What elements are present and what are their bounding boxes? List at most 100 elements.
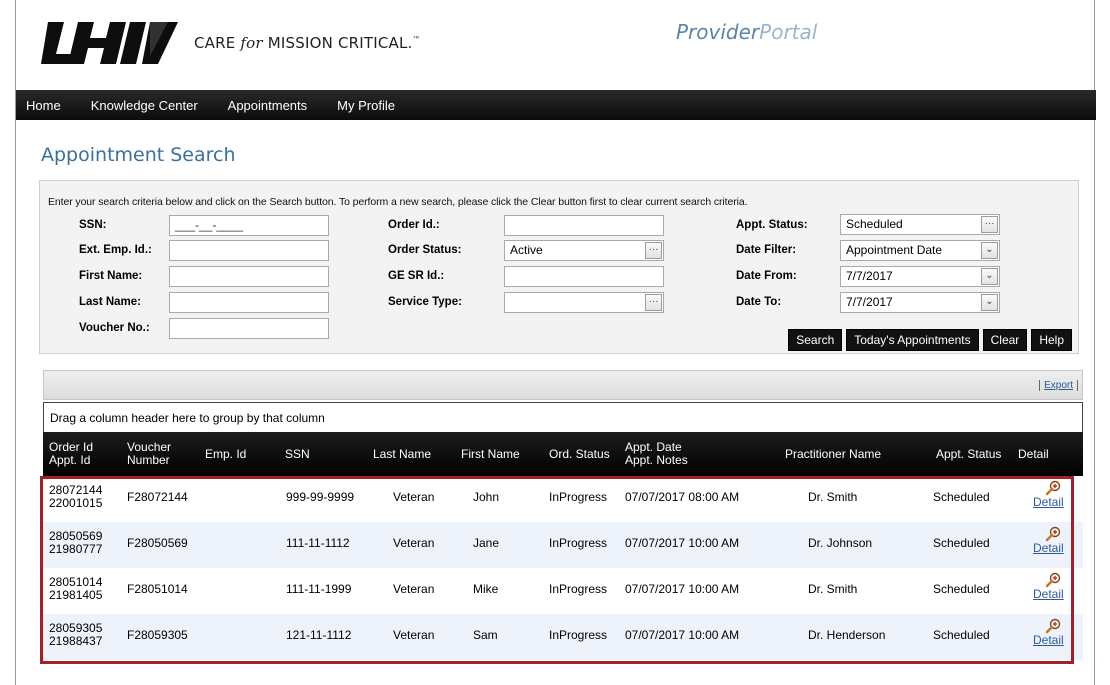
first-name-field[interactable] [169,266,329,287]
col-appt-status[interactable]: Appt. Status [936,432,1026,476]
date-from-value: 7/7/2017 [846,269,893,283]
appt-status-select[interactable]: Scheduled ··· [840,214,1000,235]
cell-last-name: Veteran [393,582,435,596]
header: CARE for MISSION CRITICAL.™ ProviderPort… [16,0,1096,82]
cell-order-appt-id: 28051014 21981405 [49,575,103,602]
date-filter-select[interactable]: Appointment Date ⌄ [840,240,1000,261]
cell-appt-date: 07/07/2017 10:00 AM [625,536,740,550]
table-row[interactable]: 28051014 21981405 F28051014 111-11-1999 V… [43,568,1083,614]
detail-link[interactable]: Detail [1033,541,1064,555]
cell-appt-date: 07/07/2017 10:00 AM [625,582,740,596]
chevron-down-icon[interactable]: ⌄ [981,242,998,259]
ellipsis-icon[interactable]: ··· [981,216,998,233]
order-id-label: Order Id.: [388,219,440,231]
cell-ssn: 121-11-1112 [286,628,352,642]
table-row[interactable]: 28059305 21988437 F28059305 121-11-1112 V… [43,614,1083,660]
lhi-logo[interactable]: CARE for MISSION CRITICAL.™ [38,16,421,66]
todays-appointments-button[interactable]: Today's Appointments [846,329,979,351]
order-status-label: Order Status: [388,244,462,256]
table-row[interactable]: 28072144 22001015 F28072144 999-99-9999 V… [43,476,1083,522]
ssn-field[interactable]: ___-__-____ [169,215,329,236]
detail-link[interactable]: Detail [1033,633,1064,647]
page-frame: CARE for MISSION CRITICAL.™ ProviderPort… [15,0,1096,685]
ext-emp-id-field[interactable] [169,240,329,261]
detail-link[interactable]: Detail [1033,587,1064,601]
col-first-name[interactable]: First Name [461,432,541,476]
cell-practitioner: Dr. Smith [808,490,858,504]
group-by-bar[interactable]: Drag a column header here to group by th… [43,402,1083,432]
order-id-field[interactable] [504,215,664,236]
ellipsis-icon[interactable]: ··· [645,294,662,311]
ge-sr-id-field[interactable] [504,266,664,287]
grid-header: Order Id Appt. Id Voucher Number Emp. Id S… [43,432,1083,476]
lhi-logo-icon [41,22,178,64]
col-emp-id[interactable]: Emp. Id [205,432,275,476]
voucher-no-label: Voucher No.: [79,322,150,334]
cell-appt-status: Scheduled [933,628,990,642]
cell-ord-status: InProgress [549,582,608,596]
cell-last-name: Veteran [393,536,435,550]
cell-ord-status: InProgress [549,628,608,642]
cell-ssn: 111-11-1112 [286,536,350,550]
cell-order-appt-id: 28072144 22001015 [49,483,103,510]
ge-sr-id-label: GE SR Id.: [388,270,445,282]
col-ord-status[interactable]: Ord. Status [549,432,629,476]
service-type-select[interactable]: ··· [504,292,664,313]
search-button-row: Search Today's Appointments Clear Help [788,329,1072,351]
col-ssn[interactable]: SSN [285,432,355,476]
ellipsis-icon[interactable]: ··· [645,242,662,259]
chevron-down-icon[interactable]: ⌄ [981,268,998,285]
date-to-label: Date To: [736,296,782,308]
cell-voucher: F28050569 [127,536,188,550]
detail-link[interactable]: Detail [1033,495,1064,509]
service-type-label: Service Type: [388,296,462,308]
col-order-id[interactable]: Order Id Appt. Id [49,432,119,476]
tagline: CARE for MISSION CRITICAL.™ [194,34,421,52]
date-to-value: 7/7/2017 [846,295,893,309]
magnifier-zoom-icon[interactable] [1045,526,1061,542]
cell-appt-date: 07/07/2017 08:00 AM [625,490,740,504]
cell-voucher: F28059305 [127,628,188,642]
date-filter-value: Appointment Date [846,243,943,257]
col-detail[interactable]: Detail [1018,432,1078,476]
date-from-picker[interactable]: 7/7/2017 ⌄ [840,266,1000,287]
appt-status-value: Scheduled [846,217,903,231]
magnifier-zoom-icon[interactable] [1045,572,1061,588]
cell-ssn: 111-11-1999 [286,582,352,596]
cell-detail: Detail [1033,480,1064,509]
provider-portal-title: ProviderPortal [676,20,818,44]
voucher-no-field[interactable] [169,318,329,339]
table-row[interactable]: 28050569 21980777 F28050569 111-11-1112 V… [43,522,1083,568]
cell-order-appt-id: 28059305 21988437 [49,621,103,648]
col-practitioner-name[interactable]: Practitioner Name [785,432,915,476]
nav-my-profile[interactable]: My Profile [337,98,395,113]
cell-first-name: John [473,490,500,504]
chevron-down-icon[interactable]: ⌄ [981,294,998,311]
cell-detail: Detail [1033,526,1064,555]
cell-voucher: F28051014 [127,582,188,596]
nav-home[interactable]: Home [26,98,61,113]
clear-button[interactable]: Clear [982,329,1028,351]
nav-knowledge-center[interactable]: Knowledge Center [91,98,198,113]
cell-appt-status: Scheduled [933,490,990,504]
export-link[interactable]: Export [1039,380,1078,391]
last-name-field[interactable] [169,292,329,313]
cell-voucher: F28072144 [127,490,188,504]
ext-emp-id-label: Ext. Emp. Id.: [79,244,152,256]
nav-appointments[interactable]: Appointments [228,98,308,113]
magnifier-zoom-icon[interactable] [1045,618,1061,634]
order-status-select[interactable]: Active ··· [504,240,664,261]
col-appt-date[interactable]: Appt. Date Appt. Notes [625,432,745,476]
search-panel: Enter your search criteria below and cli… [39,180,1079,354]
col-last-name[interactable]: Last Name [373,432,453,476]
cell-last-name: Veteran [393,628,435,642]
cell-ssn: 999-99-9999 [286,490,355,504]
cell-order-appt-id: 28050569 21980777 [49,529,103,556]
col-voucher-number[interactable]: Voucher Number [127,432,197,476]
cell-appt-date: 07/07/2017 10:00 AM [625,628,740,642]
help-button[interactable]: Help [1031,329,1072,351]
date-to-picker[interactable]: 7/7/2017 ⌄ [840,292,1000,313]
magnifier-zoom-icon[interactable] [1045,480,1061,496]
cell-detail: Detail [1033,572,1064,601]
search-button[interactable]: Search [788,329,843,351]
